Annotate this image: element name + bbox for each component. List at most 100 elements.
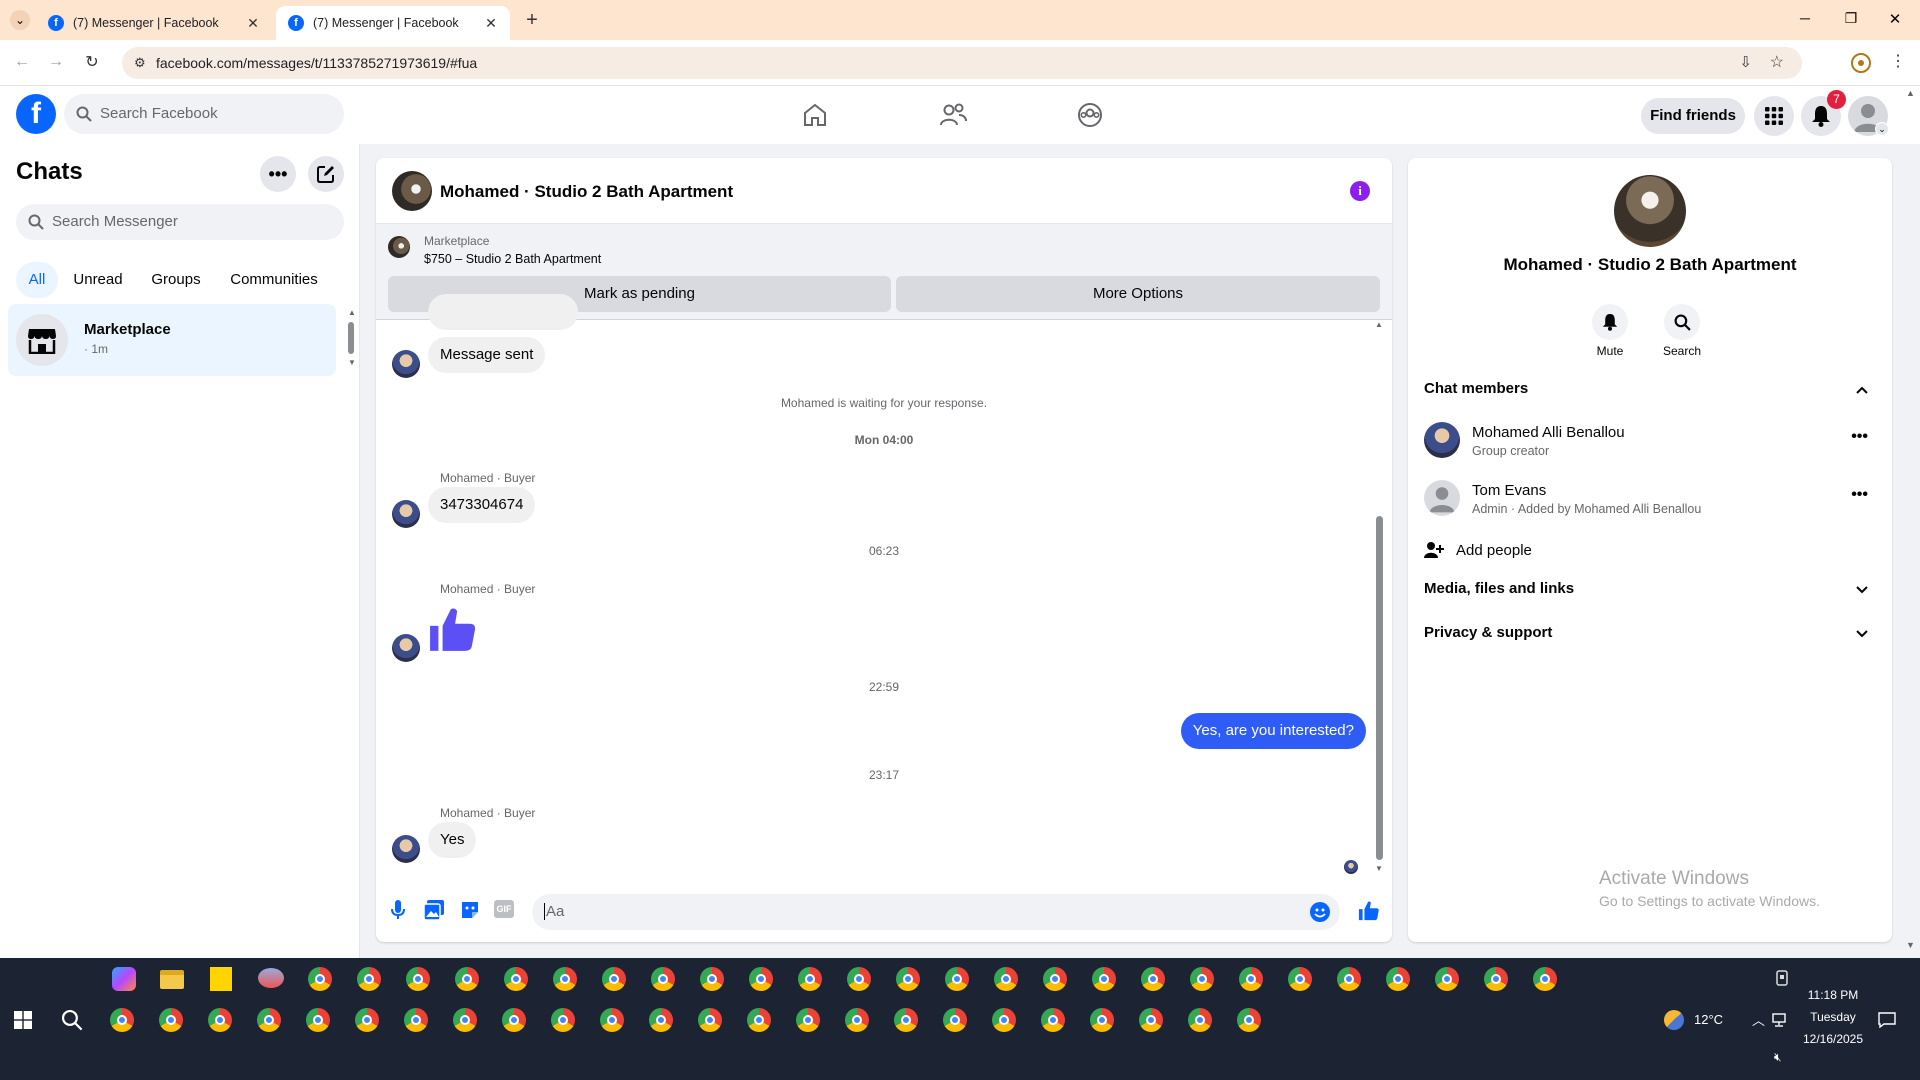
menu-grid-button[interactable] bbox=[1754, 96, 1794, 136]
conversation-info-button[interactable]: i bbox=[1350, 181, 1370, 201]
window-close-icon[interactable]: ✕ bbox=[1880, 10, 1910, 30]
chrome-taskbar-icon[interactable] bbox=[1090, 1008, 1114, 1032]
chrome-taskbar-icon[interactable] bbox=[110, 1008, 134, 1032]
message-input[interactable]: Aa bbox=[532, 894, 1340, 930]
tab-list-chevron-icon[interactable]: ⌄ bbox=[10, 10, 30, 30]
notification-center-icon[interactable] bbox=[1878, 1012, 1896, 1028]
find-friends-button[interactable]: Find friends bbox=[1641, 98, 1745, 134]
emoji-icon[interactable] bbox=[1310, 902, 1330, 922]
taskbar-search-icon[interactable] bbox=[61, 1009, 83, 1031]
chrome-taskbar-icon[interactable] bbox=[1139, 1008, 1163, 1032]
member-row[interactable]: Tom Evans Admin · Added by Mohamed Alli … bbox=[1424, 472, 1876, 524]
filter-communities[interactable]: Communities bbox=[220, 262, 328, 298]
chrome-taskbar-icon[interactable] bbox=[1239, 967, 1263, 991]
gif-icon[interactable]: GIF bbox=[494, 900, 514, 918]
member-options-icon[interactable]: ••• bbox=[1851, 428, 1868, 446]
sender-avatar[interactable] bbox=[392, 350, 420, 378]
chrome-taskbar-icon[interactable] bbox=[553, 967, 577, 991]
conversation-title[interactable]: Mohamed · Studio 2 Bath Apartment bbox=[440, 182, 733, 202]
chrome-taskbar-icon[interactable] bbox=[600, 1008, 624, 1032]
browser-tab-2-active[interactable]: f (7) Messenger | Facebook ✕ bbox=[276, 6, 510, 40]
chrome-taskbar-icon[interactable] bbox=[796, 1008, 820, 1032]
sender-avatar[interactable] bbox=[392, 835, 420, 863]
bookmark-star-icon[interactable]: ☆ bbox=[1770, 52, 1784, 72]
facebook-search-input[interactable]: Search Facebook bbox=[64, 94, 344, 134]
new-message-button[interactable] bbox=[308, 156, 344, 192]
tab-close-icon[interactable]: ✕ bbox=[244, 14, 262, 32]
add-people-row[interactable]: Add people bbox=[1424, 536, 1876, 566]
omnibox[interactable]: ⚙ facebook.com/messages/t/11337852719736… bbox=[122, 47, 1802, 79]
chrome-taskbar-icon[interactable] bbox=[1533, 967, 1557, 991]
window-restore-icon[interactable]: ❐ bbox=[1836, 10, 1866, 30]
browser-tab-1[interactable]: f (7) Messenger | Facebook ✕ bbox=[36, 6, 272, 40]
microphone-icon[interactable] bbox=[390, 900, 406, 920]
home-icon[interactable] bbox=[802, 102, 828, 128]
chat-list-item-marketplace[interactable]: Marketplace · 1m bbox=[8, 304, 336, 376]
chrome-taskbar-icon[interactable] bbox=[453, 1008, 477, 1032]
outgoing-message-bubble[interactable]: Yes, are you interested? bbox=[1180, 713, 1366, 749]
profile-icon[interactable] bbox=[1851, 53, 1871, 73]
mute-button[interactable] bbox=[1592, 304, 1628, 340]
sidebar-scrollbar[interactable]: ▲ ▼ bbox=[348, 308, 356, 370]
chrome-taskbar-icon[interactable] bbox=[406, 967, 430, 991]
filter-unread[interactable]: Unread bbox=[64, 262, 132, 298]
facebook-logo-icon[interactable]: f bbox=[16, 94, 56, 134]
chrome-taskbar-icon[interactable] bbox=[208, 1008, 232, 1032]
chrome-taskbar-icon[interactable] bbox=[1141, 967, 1165, 991]
chrome-taskbar-icon[interactable] bbox=[894, 1008, 918, 1032]
info-avatar[interactable] bbox=[1614, 175, 1686, 247]
chrome-taskbar-icon[interactable] bbox=[306, 1008, 330, 1032]
copilot-icon[interactable] bbox=[112, 967, 136, 991]
search-conversation-button[interactable] bbox=[1664, 304, 1700, 340]
privacy-support-section[interactable]: Privacy & support bbox=[1424, 624, 1876, 648]
window-minimize-icon[interactable]: ─ bbox=[1790, 10, 1820, 30]
chrome-taskbar-icon[interactable] bbox=[1288, 967, 1312, 991]
chrome-taskbar-icon[interactable] bbox=[698, 1008, 722, 1032]
url-text[interactable]: facebook.com/messages/t/1133785271973619… bbox=[156, 55, 477, 71]
back-arrow-icon[interactable]: ← bbox=[12, 53, 32, 73]
chrome-taskbar-icon[interactable] bbox=[551, 1008, 575, 1032]
member-row[interactable]: Mohamed Alli Benallou Group creator ••• bbox=[1424, 414, 1876, 466]
sticker-icon[interactable] bbox=[460, 900, 480, 920]
sender-avatar[interactable] bbox=[392, 634, 420, 662]
remote-app-icon[interactable] bbox=[258, 968, 284, 988]
listing-title[interactable]: $750 – Studio 2 Bath Apartment bbox=[424, 252, 601, 266]
chrome-taskbar-icon[interactable] bbox=[1041, 1008, 1065, 1032]
sender-avatar[interactable] bbox=[392, 500, 420, 528]
chrome-taskbar-icon[interactable] bbox=[502, 1008, 526, 1032]
chrome-taskbar-icon[interactable] bbox=[943, 1008, 967, 1032]
chrome-taskbar-icon[interactable] bbox=[649, 1008, 673, 1032]
site-settings-icon[interactable]: ⚙ bbox=[134, 55, 146, 71]
more-options-button[interactable]: More Options bbox=[896, 276, 1380, 312]
volume-muted-icon[interactable]: 🔇︎ bbox=[1774, 1050, 1782, 1065]
chrome-taskbar-icon[interactable] bbox=[1188, 1008, 1212, 1032]
windows-start-icon[interactable] bbox=[14, 1011, 32, 1029]
chrome-taskbar-icon[interactable] bbox=[747, 1008, 771, 1032]
page-scrollbar[interactable]: ▲ ▼ bbox=[1906, 88, 1918, 954]
chrome-taskbar-icon[interactable] bbox=[602, 967, 626, 991]
new-tab-plus-icon[interactable]: + bbox=[520, 8, 544, 32]
media-files-links-section[interactable]: Media, files and links bbox=[1424, 580, 1876, 604]
chrome-taskbar-icon[interactable] bbox=[700, 967, 724, 991]
filter-groups[interactable]: Groups bbox=[142, 262, 210, 298]
search-messenger-input[interactable]: Search Messenger bbox=[16, 204, 344, 240]
sticky-notes-icon[interactable] bbox=[210, 967, 232, 991]
filter-all[interactable]: All bbox=[16, 262, 58, 298]
chrome-taskbar-icon[interactable] bbox=[896, 967, 920, 991]
photo-icon[interactable] bbox=[424, 900, 444, 920]
chrome-taskbar-icon[interactable] bbox=[1484, 967, 1508, 991]
chrome-taskbar-icon[interactable] bbox=[1337, 967, 1361, 991]
chrome-taskbar-icon[interactable] bbox=[798, 967, 822, 991]
browser-menu-icon[interactable]: ⋮ bbox=[1890, 51, 1906, 71]
chrome-taskbar-icon[interactable] bbox=[749, 967, 773, 991]
weather-widget[interactable]: 12°C bbox=[1664, 1008, 1738, 1032]
chrome-taskbar-icon[interactable] bbox=[355, 1008, 379, 1032]
friends-icon[interactable] bbox=[939, 102, 967, 128]
tray-chevron-up-icon[interactable]: ︿ bbox=[1752, 1010, 1765, 1029]
chrome-taskbar-icon[interactable] bbox=[1237, 1008, 1261, 1032]
thread-scrollbar[interactable]: ▲ ▼ bbox=[1375, 320, 1385, 876]
file-explorer-icon[interactable] bbox=[160, 970, 184, 989]
conversation-avatar[interactable] bbox=[392, 171, 432, 211]
chrome-taskbar-icon[interactable] bbox=[1043, 967, 1067, 991]
thumbs-up-sticker-icon[interactable] bbox=[428, 605, 478, 655]
